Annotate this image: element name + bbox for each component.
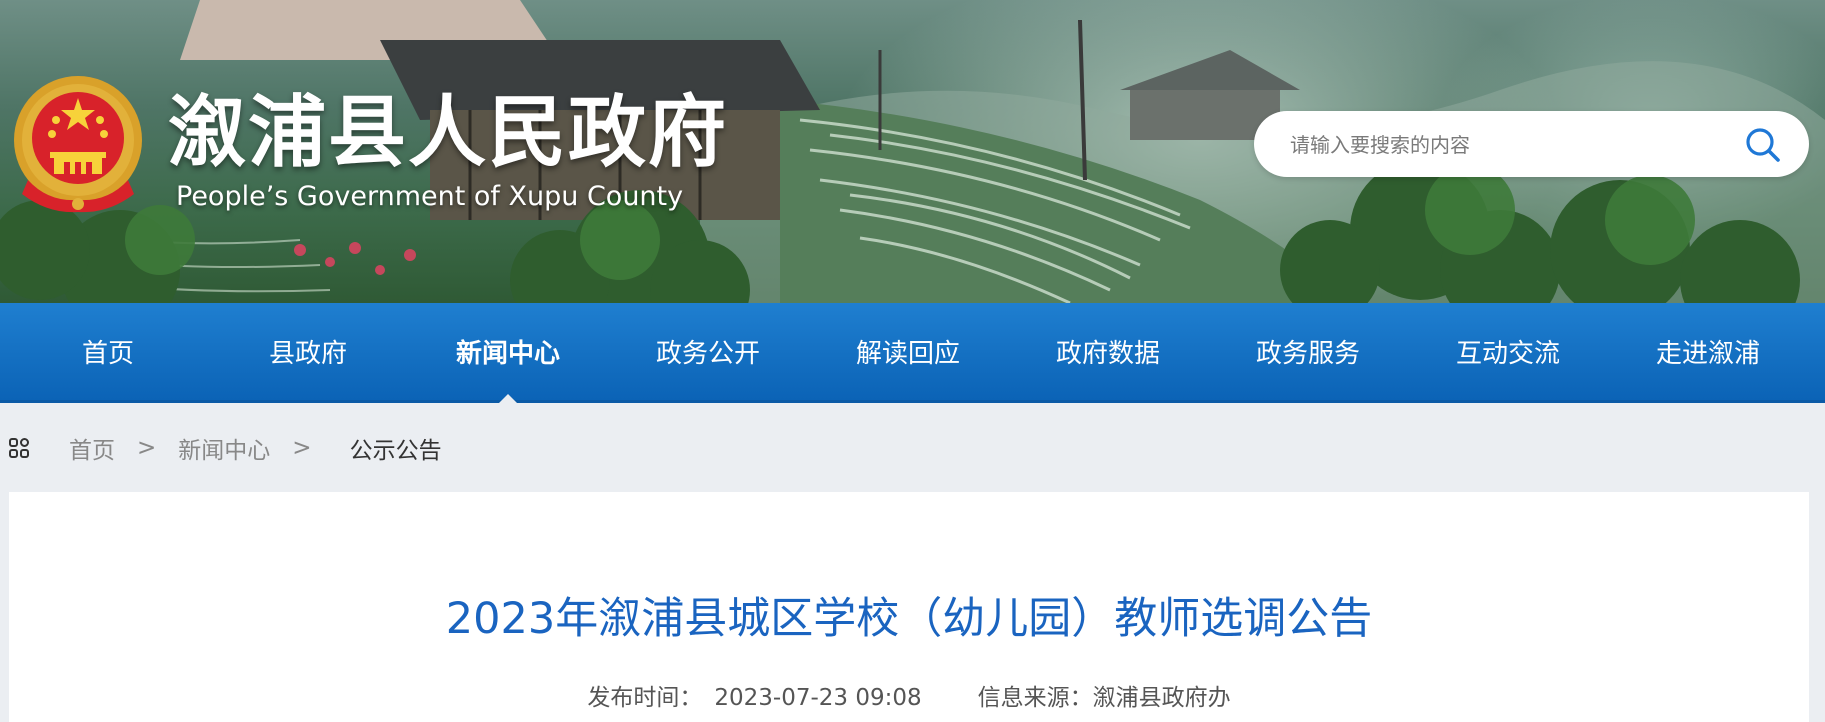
article-panel: 2023年溆浦县城区学校（幼儿园）教师选调公告 发布时间： 2023-07-23 … bbox=[9, 492, 1809, 722]
nav-item-home[interactable]: 首页 bbox=[8, 303, 208, 400]
article-meta: 发布时间： 2023-07-23 09:08 信息来源：溆浦县政府办 bbox=[9, 678, 1809, 712]
nav-item-government-data[interactable]: 政府数据 bbox=[1008, 303, 1208, 400]
publish-time: 2023-07-23 09:08 bbox=[714, 685, 922, 711]
breadcrumb: 首页 > 新闻中心 > 公示公告 bbox=[0, 403, 1825, 493]
nav-item-government-services[interactable]: 政务服务 bbox=[1208, 303, 1408, 400]
publish-time-label: 发布时间： bbox=[587, 685, 703, 711]
header-banner: 溆浦县人民政府 People’s Government of Xupu Coun… bbox=[0, 0, 1825, 303]
site-title[interactable]: 溆浦县人民政府 bbox=[168, 70, 728, 182]
article-title: 2023年溆浦县城区学校（幼儿园）教师选调公告 bbox=[445, 594, 1373, 644]
source: 溆浦县政府办 bbox=[1092, 685, 1231, 711]
search-icon[interactable] bbox=[1743, 125, 1783, 165]
search-box bbox=[1254, 111, 1809, 179]
nav-item-county-government[interactable]: 县政府 bbox=[208, 303, 408, 400]
breadcrumb-separator: > bbox=[137, 435, 157, 461]
nav-item-interactive-exchange[interactable]: 互动交流 bbox=[1408, 303, 1608, 400]
national-emblem-icon bbox=[14, 76, 142, 213]
nav-item-news-center[interactable]: 新闻中心 bbox=[408, 303, 608, 403]
breadcrumb-separator: > bbox=[292, 435, 312, 461]
source-label: 信息来源： bbox=[977, 685, 1093, 711]
breadcrumb-news-center[interactable]: 新闻中心 bbox=[178, 431, 270, 465]
nav-item-interpretation-response[interactable]: 解读回应 bbox=[808, 303, 1008, 400]
search-input[interactable] bbox=[1288, 111, 1732, 179]
main-navigation: 首页 县政府 新闻中心 政务公开 解读回应 政府数据 政务服务 互动交流 走进溆… bbox=[0, 303, 1825, 403]
grid-apps-icon bbox=[9, 438, 29, 458]
breadcrumb-home[interactable]: 首页 bbox=[69, 431, 115, 465]
nav-item-government-affairs-disclosure[interactable]: 政务公开 bbox=[608, 303, 808, 400]
nav-item-about-xupu[interactable]: 走进溆浦 bbox=[1608, 303, 1808, 400]
breadcrumb-current-page: 公示公告 bbox=[349, 438, 442, 464]
site-subtitle: People’s Government of Xupu County bbox=[176, 181, 684, 212]
